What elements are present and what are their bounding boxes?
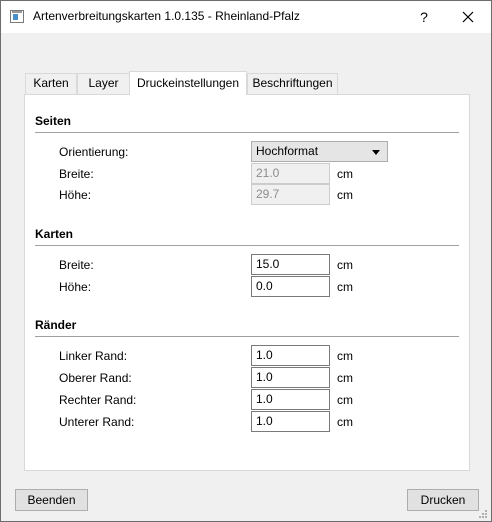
map-width-label: Breite: (59, 258, 94, 272)
orientation-select-value: Hochformat (256, 144, 319, 158)
orientation-label: Orientierung: (59, 145, 129, 159)
print-button[interactable]: Drucken (407, 489, 479, 511)
window-title: Artenverbreitungskarten 1.0.135 - Rheinl… (33, 9, 300, 23)
close-icon[interactable] (457, 7, 479, 27)
print-settings-window: Artenverbreitungskarten 1.0.135 - Rheinl… (0, 0, 492, 522)
chevron-down-icon (372, 150, 380, 155)
top-margin-field[interactable]: 1.0 (251, 367, 330, 388)
page-height-label: Höhe: (59, 188, 92, 202)
tab-layer[interactable]: Layer (77, 73, 130, 94)
bottom-margin-label: Unterer Rand: (59, 415, 135, 429)
right-margin-field[interactable]: 1.0 (251, 389, 330, 410)
left-margin-unit: cm (337, 349, 353, 363)
title-bar: Artenverbreitungskarten 1.0.135 - Rheinl… (1, 1, 491, 33)
page-width-label: Breite: (59, 167, 94, 181)
map-width-unit: cm (337, 258, 353, 272)
left-margin-field[interactable]: 1.0 (251, 345, 330, 366)
bottom-margin-unit: cm (337, 415, 353, 429)
section-divider (35, 245, 459, 246)
map-window-icon (10, 10, 24, 23)
page-width-unit: cm (337, 167, 353, 181)
section-title-seiten: Seiten (35, 114, 72, 128)
top-margin-label: Oberer Rand: (59, 371, 132, 385)
map-height-field[interactable]: 0.0 (251, 276, 330, 297)
section-title-raender: Ränder (35, 318, 77, 332)
bottom-margin-field[interactable]: 1.0 (251, 411, 330, 432)
section-title-karten: Karten (35, 227, 74, 241)
top-margin-unit: cm (337, 371, 353, 385)
orientation-select[interactable]: Hochformat (251, 141, 388, 162)
right-margin-label: Rechter Rand: (59, 393, 137, 407)
page-width-field: 21.0 (251, 163, 330, 184)
help-button[interactable]: ? (414, 7, 434, 27)
map-height-label: Höhe: (59, 280, 92, 294)
tab-druckeinstellungen[interactable]: Druckeinstellungen (129, 71, 247, 95)
tab-karten[interactable]: Karten (25, 73, 77, 94)
left-margin-label: Linker Rand: (59, 349, 128, 363)
section-divider (35, 132, 459, 133)
quit-button[interactable]: Beenden (15, 489, 88, 511)
map-width-field[interactable]: 15.0 (251, 254, 330, 275)
section-divider (35, 336, 459, 337)
page-height-field: 29.7 (251, 184, 330, 205)
right-margin-unit: cm (337, 393, 353, 407)
tab-beschriftungen[interactable]: Beschriftungen (247, 73, 338, 94)
page-height-unit: cm (337, 188, 353, 202)
map-height-unit: cm (337, 280, 353, 294)
resize-grip-icon[interactable] (478, 508, 488, 518)
